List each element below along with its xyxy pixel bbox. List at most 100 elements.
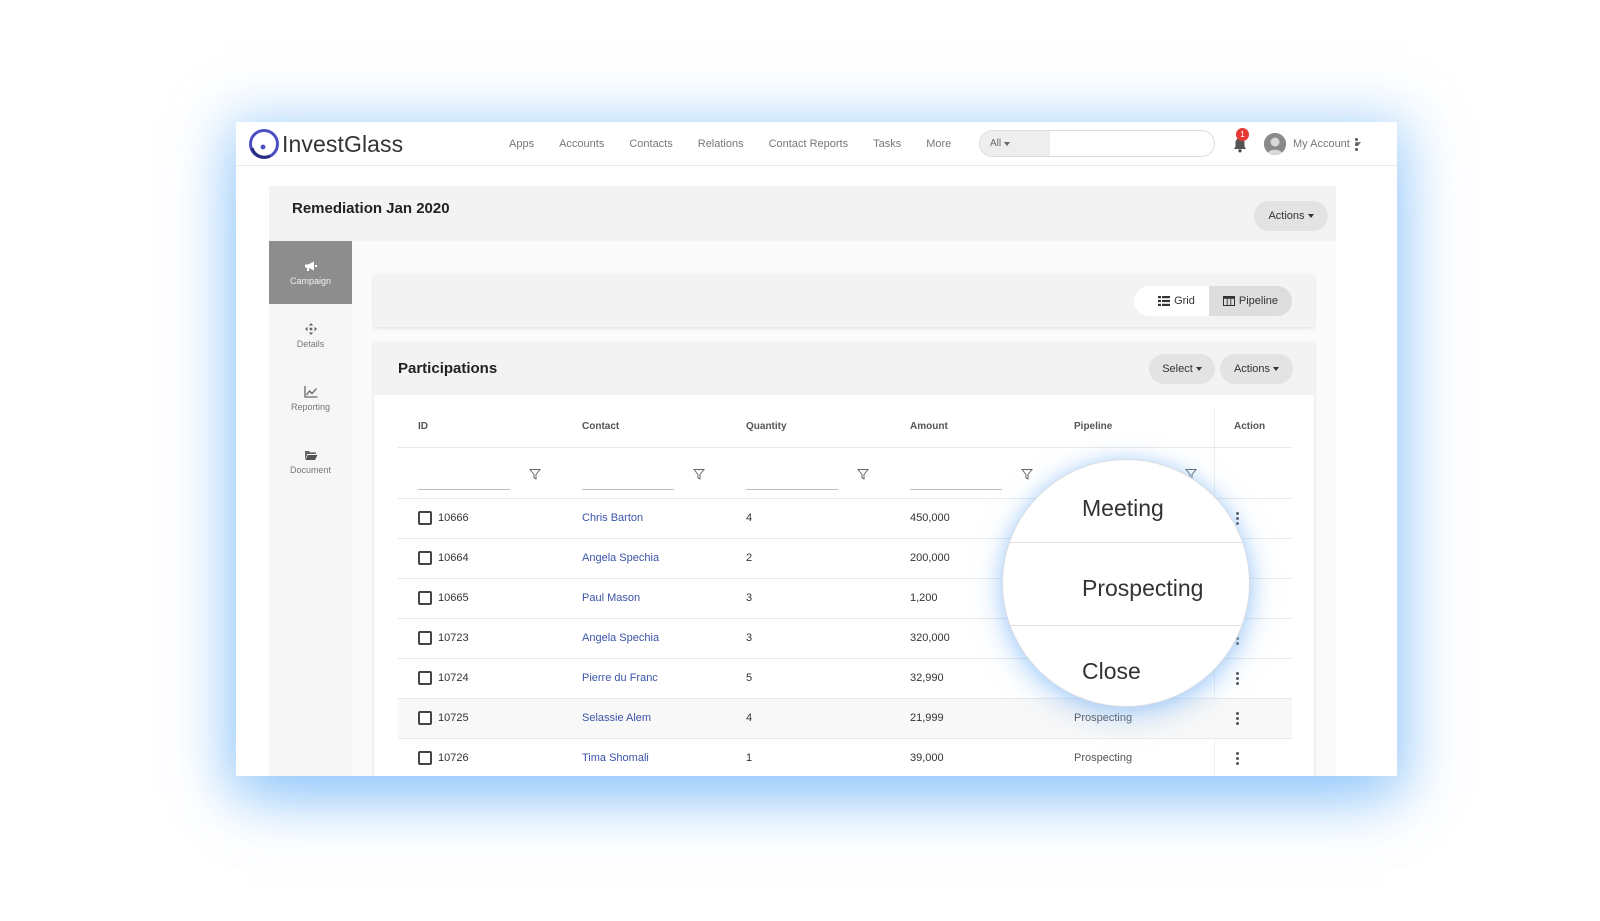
sidebar-item-reporting[interactable]: Reporting <box>269 367 352 430</box>
row-quantity: 1 <box>746 752 753 764</box>
row-checkbox[interactable] <box>418 551 432 565</box>
row-quantity: 4 <box>746 712 753 724</box>
search-input[interactable] <box>1050 131 1214 156</box>
row-checkbox[interactable] <box>418 511 432 525</box>
grid-view-label: Grid <box>1174 295 1195 307</box>
pipeline-option-label: Prospecting <box>1082 575 1204 601</box>
row-more-vertical-icon[interactable] <box>1234 751 1240 765</box>
row-checkbox[interactable] <box>418 631 432 645</box>
chevron-down-icon <box>1273 367 1280 371</box>
campaign-header: Remediation Jan 2020 Actions <box>269 186 1336 241</box>
row-amount: 32,990 <box>910 672 944 684</box>
column-header-pipeline[interactable]: Pipeline <box>1074 421 1112 432</box>
row-contact-link[interactable]: Angela Spechia <box>582 539 659 578</box>
nav-more[interactable]: More <box>926 138 951 150</box>
page-title: Remediation Jan 2020 <box>292 200 450 217</box>
row-id: 10725 <box>438 712 469 724</box>
column-header-amount[interactable]: Amount <box>910 421 948 432</box>
pipeline-view-label: Pipeline <box>1238 295 1278 307</box>
nav-contacts[interactable]: Contacts <box>629 138 672 150</box>
filter-icon[interactable] <box>857 468 869 480</box>
header-divider <box>398 447 1292 448</box>
sidebar-item-details[interactable]: Details <box>269 304 352 367</box>
row-id: 10724 <box>438 672 469 684</box>
row-checkbox[interactable] <box>418 751 432 765</box>
search-scope-label: All <box>990 138 1002 149</box>
row-id: 10664 <box>438 552 469 564</box>
line-chart-icon <box>303 385 317 398</box>
campaign-actions-button[interactable]: Actions <box>1254 201 1328 231</box>
pipeline-option-prospecting[interactable]: Prospecting <box>1003 543 1249 625</box>
nav-tasks[interactable]: Tasks <box>873 138 901 150</box>
search-scope-dropdown[interactable]: All <box>980 131 1050 156</box>
nav-contact-reports[interactable]: Contact Reports <box>769 138 848 150</box>
quantity-filter-input[interactable] <box>746 489 838 490</box>
row-contact-link[interactable]: Tima Shomali <box>582 739 649 776</box>
amount-filter-input[interactable] <box>910 489 1002 490</box>
sidebar-item-campaign[interactable]: Campaign <box>269 241 352 304</box>
row-more-vertical-icon[interactable] <box>1234 711 1240 725</box>
row-quantity: 5 <box>746 672 753 684</box>
sidebar-item-label: Document <box>289 464 332 475</box>
column-header-id[interactable]: ID <box>418 421 428 432</box>
account-menu[interactable]: My Account <box>1264 132 1361 156</box>
row-amount: 320,000 <box>910 632 950 644</box>
row-pipeline[interactable]: Prospecting <box>1074 739 1132 776</box>
nav-apps[interactable]: Apps <box>509 138 534 150</box>
nav-relations[interactable]: Relations <box>698 138 744 150</box>
filter-icon[interactable] <box>693 468 705 480</box>
row-contact-link[interactable]: Selassie Alem <box>582 699 651 738</box>
row-id: 10726 <box>438 752 469 764</box>
row-quantity: 3 <box>746 632 753 644</box>
row-checkbox[interactable] <box>418 711 432 725</box>
list-icon <box>1158 296 1171 306</box>
filter-icon[interactable] <box>529 468 541 480</box>
row-quantity: 3 <box>746 592 753 604</box>
row-checkbox[interactable] <box>418 671 432 685</box>
view-toggle-bar: Grid Pipeline <box>374 275 1314 327</box>
select-label: Select <box>1162 363 1193 375</box>
pipeline-view-button[interactable]: Pipeline <box>1208 286 1292 316</box>
row-contact-link[interactable]: Angela Spechia <box>582 619 659 658</box>
chevron-down-icon <box>1307 214 1314 218</box>
main-nav: Apps Accounts Contacts Relations Contact… <box>509 122 976 166</box>
contact-filter-input[interactable] <box>582 489 674 490</box>
chevron-down-icon <box>1195 367 1202 371</box>
sidebar-item-document[interactable]: Document <box>269 430 352 493</box>
campaign-actions-label: Actions <box>1268 210 1305 222</box>
row-contact-link[interactable]: Paul Mason <box>582 579 640 618</box>
row-checkbox[interactable] <box>418 591 432 605</box>
row-amount: 39,000 <box>910 752 944 764</box>
column-header-quantity[interactable]: Quantity <box>746 421 787 432</box>
row-id: 10723 <box>438 632 469 644</box>
table-row[interactable]: 10726 Tima Shomali 1 39,000 Prospecting <box>398 739 1292 776</box>
row-contact-link[interactable]: Pierre du Franc <box>582 659 658 698</box>
grid-view-button[interactable]: Grid <box>1134 286 1209 316</box>
row-quantity: 4 <box>746 512 753 524</box>
sidebar-item-label: Reporting <box>290 401 331 412</box>
id-filter-input[interactable] <box>418 489 510 490</box>
notification-badge: 1 <box>1236 128 1249 141</box>
pipeline-option-label: Meeting <box>1082 495 1164 521</box>
logo[interactable]: InvestGlass <box>248 128 403 160</box>
logo-text: InvestGlass <box>282 130 404 157</box>
column-header-action: Action <box>1234 421 1266 432</box>
view-toggle: Grid Pipeline <box>1134 286 1292 316</box>
row-id: 10665 <box>438 592 469 604</box>
participations-actions-button[interactable]: Actions <box>1220 354 1293 384</box>
pipeline-option-close[interactable]: Close <box>1003 626 1249 706</box>
pipeline-option-meeting[interactable]: Meeting <box>1003 460 1249 542</box>
row-id: 10666 <box>438 512 469 524</box>
megaphone-icon <box>304 261 317 271</box>
row-contact-link[interactable]: Chris Barton <box>582 499 643 538</box>
row-amount: 200,000 <box>910 552 950 564</box>
account-label: My Account <box>1293 138 1350 150</box>
nav-accounts[interactable]: Accounts <box>559 138 604 150</box>
folder-open-icon <box>304 450 317 460</box>
select-button[interactable]: Select <box>1149 354 1215 384</box>
participations-title: Participations <box>398 360 498 377</box>
campaign-sidebar: Campaign Details Reporting Document <box>269 241 352 776</box>
column-header-contact[interactable]: Contact <box>582 421 619 432</box>
sidebar-item-label: Campaign <box>289 275 332 286</box>
more-vertical-icon[interactable] <box>1353 134 1359 154</box>
